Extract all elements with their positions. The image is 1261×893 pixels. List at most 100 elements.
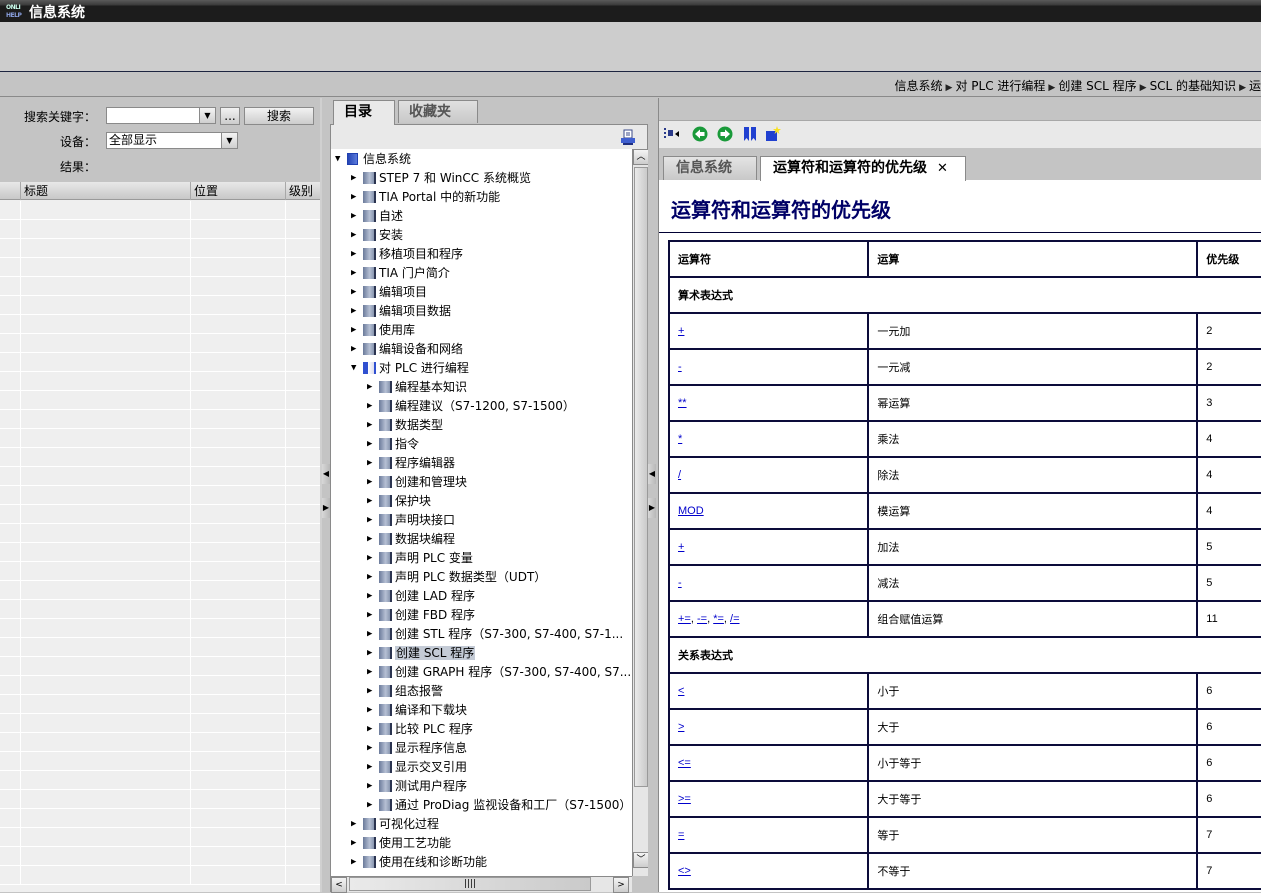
expand-arrow-icon[interactable]: ▶ [367, 530, 379, 549]
collapse-arrow-icon[interactable]: ▼ [351, 359, 363, 378]
column-header-title[interactable]: 标题 [20, 182, 190, 200]
column-header-level[interactable]: 级别 [285, 182, 320, 200]
toc-item[interactable]: ▶ 声明 PLC 数据类型（UDT） [367, 568, 546, 587]
toc-item[interactable]: ▼ 信息系统 [335, 150, 411, 169]
expand-arrow-icon[interactable]: ▶ [367, 454, 379, 473]
operator-link[interactable]: -= [697, 613, 707, 625]
expand-arrow-icon[interactable]: ▶ [351, 207, 363, 226]
expand-arrow-icon[interactable]: ▶ [367, 777, 379, 796]
tab-operators-precedence[interactable]: 运算符和运算符的优先级 ✕ [760, 156, 966, 181]
expand-arrow-icon[interactable]: ▶ [351, 188, 363, 207]
toc-item[interactable]: ▶ 比较 PLC 程序 [367, 720, 473, 739]
expand-left-icon[interactable]: ▶ [322, 498, 330, 518]
operator-link[interactable]: *= [713, 613, 724, 625]
expand-arrow-icon[interactable]: ▶ [351, 169, 363, 188]
expand-arrow-icon[interactable]: ▶ [367, 397, 379, 416]
operator-link[interactable]: += [678, 613, 691, 625]
breadcrumb-item[interactable]: 创建 SCL 程序 [1058, 79, 1136, 93]
toc-item[interactable]: ▶ 可视化过程 [351, 815, 439, 834]
left-splitter[interactable]: ◀ ▶ [322, 98, 330, 892]
scroll-left-icon[interactable]: < [331, 877, 347, 893]
expand-arrow-icon[interactable]: ▶ [367, 606, 379, 625]
expand-arrow-icon[interactable]: ▶ [367, 644, 379, 663]
expand-arrow-icon[interactable]: ▶ [367, 663, 379, 682]
toc-vertical-scrollbar[interactable]: ︿ ﹀ [632, 149, 649, 876]
scroll-down-icon[interactable]: ﹀ [633, 852, 649, 868]
toc-item[interactable]: ▶ 数据类型 [367, 416, 443, 435]
toc-item[interactable]: ▶ 编辑项目数据 [351, 302, 451, 321]
breadcrumb-item[interactable]: 运 [1249, 79, 1261, 93]
toc-item[interactable]: ▶ 编辑项目 [351, 283, 427, 302]
toc-item[interactable]: ▶ 显示交叉引用 [367, 758, 467, 777]
keyword-input[interactable]: ▼ [106, 107, 216, 124]
expand-arrow-icon[interactable]: ▶ [351, 340, 363, 359]
scroll-up-icon[interactable]: ︿ [633, 149, 649, 165]
expand-arrow-icon[interactable]: ▶ [367, 720, 379, 739]
operator-link[interactable]: MOD [678, 505, 704, 517]
tab-favorites[interactable]: 收藏夹 [398, 100, 478, 123]
toc-item[interactable]: ▶ 显示程序信息 [367, 739, 467, 758]
toc-item[interactable]: ▶ TIA Portal 中的新功能 [351, 188, 500, 207]
collapse-toc-icon[interactable]: ◀ [648, 464, 656, 484]
toc-item[interactable]: ▶ 声明 PLC 变量 [367, 549, 473, 568]
expand-toc-icon[interactable]: ▶ [648, 498, 656, 518]
back-arrow-icon[interactable] [692, 126, 708, 142]
collapse-left-icon[interactable]: ◀ [322, 464, 330, 484]
operator-link[interactable]: ** [678, 397, 687, 409]
close-tab-icon[interactable]: ✕ [937, 161, 948, 176]
expand-arrow-icon[interactable]: ▶ [367, 549, 379, 568]
expand-arrow-icon[interactable]: ▶ [351, 283, 363, 302]
expand-arrow-icon[interactable]: ▶ [367, 758, 379, 777]
operator-link[interactable]: < [678, 685, 684, 697]
expand-arrow-icon[interactable]: ▶ [367, 378, 379, 397]
expand-arrow-icon[interactable]: ▶ [367, 796, 379, 815]
expand-arrow-icon[interactable]: ▶ [367, 416, 379, 435]
device-dropdown-icon[interactable]: ▼ [221, 133, 237, 148]
bookmark-icon[interactable] [742, 126, 758, 142]
toc-item[interactable]: ▶ TIA 门户简介 [351, 264, 450, 283]
expand-arrow-icon[interactable]: ▶ [351, 264, 363, 283]
toc-item[interactable]: ▶ 组态报警 [367, 682, 443, 701]
expand-arrow-icon[interactable]: ▶ [367, 701, 379, 720]
tab-information-system[interactable]: 信息系统 [663, 156, 757, 180]
expand-arrow-icon[interactable]: ▶ [367, 587, 379, 606]
print-icon[interactable] [621, 129, 635, 145]
forward-arrow-icon[interactable] [717, 126, 733, 142]
toc-item[interactable]: ▶ STEP 7 和 WinCC 系统概览 [351, 169, 531, 188]
column-header-location[interactable]: 位置 [190, 182, 285, 200]
more-options-button[interactable]: ... [220, 107, 240, 125]
expand-arrow-icon[interactable]: ▶ [367, 435, 379, 454]
operator-link[interactable]: / [678, 469, 681, 481]
toc-item[interactable]: ▶ 创建和管理块 [367, 473, 467, 492]
toc-item[interactable]: ▶ 创建 LAD 程序 [367, 587, 475, 606]
expand-arrow-icon[interactable]: ▶ [351, 245, 363, 264]
toc-item[interactable]: ▶ 移植项目和程序 [351, 245, 463, 264]
operator-link[interactable]: <> [678, 865, 691, 877]
toc-item[interactable]: ▶ 编辑设备和网络 [351, 340, 463, 359]
scroll-right-icon[interactable]: > [613, 877, 629, 893]
toc-item[interactable]: ▶ 自述 [351, 207, 403, 226]
toc-item[interactable]: ▶ 编译和下载块 [367, 701, 467, 720]
toc-horizontal-scrollbar[interactable]: < |||| > [330, 876, 632, 893]
operator-link[interactable]: + [678, 325, 684, 337]
search-button[interactable]: 搜索 [244, 107, 314, 125]
toc-item[interactable]: ▶ 创建 FBD 程序 [367, 606, 475, 625]
toc-item[interactable]: ▶ 使用工艺功能 [351, 834, 451, 853]
expand-arrow-icon[interactable]: ▶ [367, 568, 379, 587]
new-bookmark-icon[interactable] [765, 126, 781, 142]
toc-item[interactable]: ▶ 测试用户程序 [367, 777, 467, 796]
operator-link[interactable]: > [678, 721, 684, 733]
toc-item[interactable]: ▶ 保护块 [367, 492, 431, 511]
expand-arrow-icon[interactable]: ▶ [367, 492, 379, 511]
operator-link[interactable]: >= [678, 793, 691, 805]
toc-item[interactable]: ▶ 使用库 [351, 321, 415, 340]
toc-item[interactable]: ▶ 安装 [351, 226, 403, 245]
toc-item[interactable]: ▶ 程序编辑器 [367, 454, 455, 473]
operator-link[interactable]: + [678, 541, 684, 553]
toc-scroll-thumb[interactable] [634, 167, 648, 787]
toc-hscroll-thumb[interactable]: |||| [349, 877, 591, 891]
expand-arrow-icon[interactable]: ▶ [351, 815, 363, 834]
expand-arrow-icon[interactable]: ▶ [367, 739, 379, 758]
toc-item[interactable]: ▶ 创建 STL 程序（S7-300, S7-400, S7-1... [367, 625, 623, 644]
expand-arrow-icon[interactable]: ▶ [351, 834, 363, 853]
